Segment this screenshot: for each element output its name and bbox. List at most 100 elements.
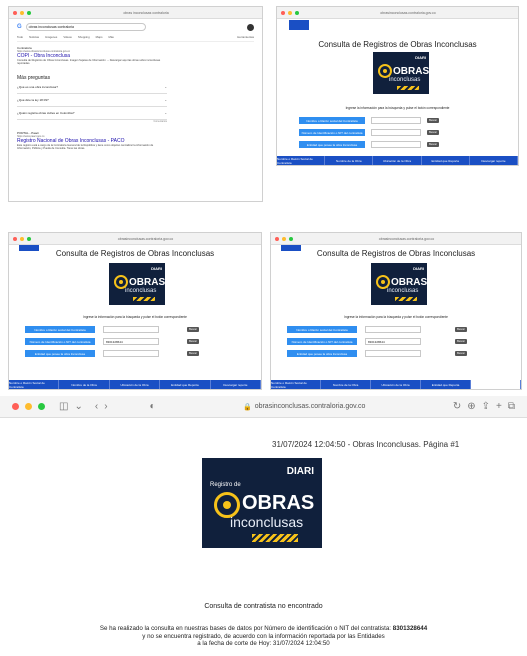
search-button[interactable]: Buscar [187, 339, 199, 344]
nav-item[interactable]: Entidad que Reporta [160, 380, 211, 389]
logo-top-text: DIARI [151, 266, 162, 271]
name-input[interactable] [365, 326, 421, 333]
logo-obras-text: OBRAS [391, 277, 427, 288]
back-icon[interactable]: ‹ [95, 401, 98, 412]
chevron-down-icon[interactable]: ⌄ [74, 401, 82, 412]
nit-input[interactable]: 8301328644 [103, 338, 159, 345]
search-button[interactable]: Buscar [427, 130, 439, 135]
entity-input[interactable] [365, 350, 421, 357]
search-by-name-button[interactable]: Nombre o Razón social del Contratista [287, 326, 357, 333]
zoom-dot[interactable] [27, 10, 31, 15]
paa-item[interactable]: ¿Qué dice la ley 18 09? ⌄ [17, 94, 167, 107]
search-button[interactable]: Buscar [455, 339, 467, 344]
nav-item[interactable]: Entidad que Reporta [421, 380, 471, 389]
minimize-dot[interactable] [25, 403, 32, 410]
search-input[interactable]: obras inconclusas contraloria [25, 23, 146, 31]
search-button[interactable]: Buscar [427, 142, 439, 147]
close-dot[interactable] [281, 10, 285, 15]
search-by-nit-button[interactable]: Número de Identificación o NIT del contr… [25, 338, 95, 345]
browser-window-site: obrasinconclusas.contraloria.gov.co Cons… [8, 232, 262, 390]
address-bar[interactable]: obrasinconclusas.contraloria.gov.co [34, 237, 257, 241]
feedback-link[interactable]: Comentarios [17, 120, 167, 123]
close-dot[interactable] [275, 236, 279, 241]
logo-inconclusas-text: inconclusas [387, 288, 419, 294]
logo-inconclusas-text: inconclusas [389, 77, 421, 83]
result-1[interactable]: Contraloria https://www.obrasinconclusas… [17, 46, 254, 65]
share-icon[interactable]: ⇪ [482, 401, 490, 412]
minimize-dot[interactable] [288, 10, 292, 15]
entity-input[interactable] [103, 350, 159, 357]
search-button[interactable]: Buscar [455, 351, 467, 356]
tools[interactable]: Herramientas [237, 35, 254, 39]
chevron-down-icon: ⌄ [164, 98, 167, 102]
tab-videos[interactable]: Videos [63, 35, 72, 39]
tab-more[interactable]: Más [109, 35, 114, 39]
nav-item[interactable]: Nombre de la Obra [321, 380, 371, 389]
logo-obras-text: OBRAS [393, 66, 429, 77]
reload-icon[interactable]: ↻ [453, 401, 461, 412]
tab-images[interactable]: Imágenes [45, 35, 57, 39]
logo-top-text: DIARI [413, 266, 424, 271]
nit-input[interactable]: 8301328644 [365, 338, 421, 345]
paa-list: ¿Qué es una obra inconclusa? ⌄ ¿Qué dice … [17, 81, 167, 123]
paa-item[interactable]: ¿Qué es una obra inconclusa? ⌄ [17, 81, 167, 94]
search-by-name-button[interactable]: Nombre o Razón social del Contratista [299, 117, 365, 124]
zoom-dot[interactable] [295, 10, 299, 15]
minimize-dot[interactable] [282, 236, 286, 241]
name-input[interactable] [371, 117, 421, 124]
privacy-icon[interactable]: ◐ [150, 401, 156, 412]
zoom-dot[interactable] [27, 236, 31, 241]
zoom-dot[interactable] [38, 403, 45, 410]
search-by-nit-button[interactable]: Número de Identificación o NIT del contr… [287, 338, 357, 345]
nav-item[interactable]: Nombre de la Obra [325, 156, 374, 165]
avatar[interactable] [247, 23, 254, 31]
search-button[interactable]: Buscar [455, 327, 467, 332]
address-bar[interactable]: obrasinconclusas.contraloria.gov.co [296, 237, 517, 241]
close-dot[interactable] [13, 10, 17, 15]
close-dot[interactable] [13, 236, 17, 241]
close-dot[interactable] [12, 403, 19, 410]
google-logo[interactable]: G [17, 24, 22, 30]
forward-icon[interactable]: › [104, 401, 107, 412]
nav-item[interactable]: Nombre o Razón Social de Contratista [271, 380, 321, 389]
nav-item[interactable]: Ubicación de la Obra [371, 380, 421, 389]
download-icon[interactable]: ⊕ [467, 401, 475, 412]
tab-all[interactable]: Todo [17, 35, 23, 39]
nav-item[interactable]: Entidad que Reporta [422, 156, 470, 165]
zoom-dot[interactable] [289, 236, 293, 241]
nav-item[interactable]: Ubicación de la Obra [110, 380, 161, 389]
tab-maps[interactable]: Maps [96, 35, 103, 39]
page-title: Consulta de Registros de Obras Inconclus… [55, 249, 215, 258]
search-by-entity-button[interactable]: Entidad que posee la obra Inconclusa [25, 350, 95, 357]
result-2[interactable]: PORTAL - Paaci https://www.paaci.gov.co … [17, 131, 254, 150]
search-by-nit-button[interactable]: Número de Identificación o NIT del contr… [299, 129, 365, 136]
nav-item[interactable]: Ubicación de la Obra [373, 156, 422, 165]
search-by-name-button[interactable]: Nombre o Razón social del Contratista [25, 326, 95, 333]
search-by-entity-button[interactable]: Entidad que posee la obra Inconclusa [299, 141, 365, 148]
tab-news[interactable]: Noticias [29, 35, 39, 39]
search-by-entity-button[interactable]: Entidad que posee la obra Inconclusa [287, 350, 357, 357]
nit-input[interactable] [371, 129, 421, 136]
magnifier-eye-icon [114, 275, 128, 289]
nav-item[interactable]: Descargar reporte [211, 380, 261, 389]
search-button[interactable]: Buscar [187, 327, 199, 332]
name-input[interactable] [103, 326, 159, 333]
nav-item[interactable]: Nombre de la Obra [59, 380, 110, 389]
address-bar[interactable]: 🔒 obrasinconclusas.contraloria.gov.co [174, 403, 435, 411]
address-bar[interactable]: obrasinconclusas.contraloria.gov.co [302, 11, 514, 15]
search-button[interactable]: Buscar [427, 118, 439, 123]
sidebar-icon[interactable]: ◫ [59, 401, 68, 412]
nav-item[interactable]: Nombre o Razón Social de Contratista [9, 380, 60, 389]
search-button[interactable]: Buscar [187, 351, 199, 356]
nav-item[interactable]: Descargar reporte [470, 156, 518, 165]
paa-item[interactable]: ¿Quién registra obras civiles en Colombi… [17, 107, 167, 120]
nav-item[interactable]: Nombre o Razón Social de Contratista [277, 156, 326, 165]
entity-input[interactable] [371, 141, 421, 148]
new-tab-icon[interactable]: + [496, 401, 502, 412]
nav-item[interactable] [471, 380, 521, 389]
tabs-icon[interactable]: ⧉ [508, 401, 515, 412]
address-bar[interactable]: obras inconclusas contraloria [34, 11, 258, 15]
minimize-dot[interactable] [20, 10, 24, 15]
tab-shopping[interactable]: Shopping [78, 35, 90, 39]
minimize-dot[interactable] [20, 236, 24, 241]
